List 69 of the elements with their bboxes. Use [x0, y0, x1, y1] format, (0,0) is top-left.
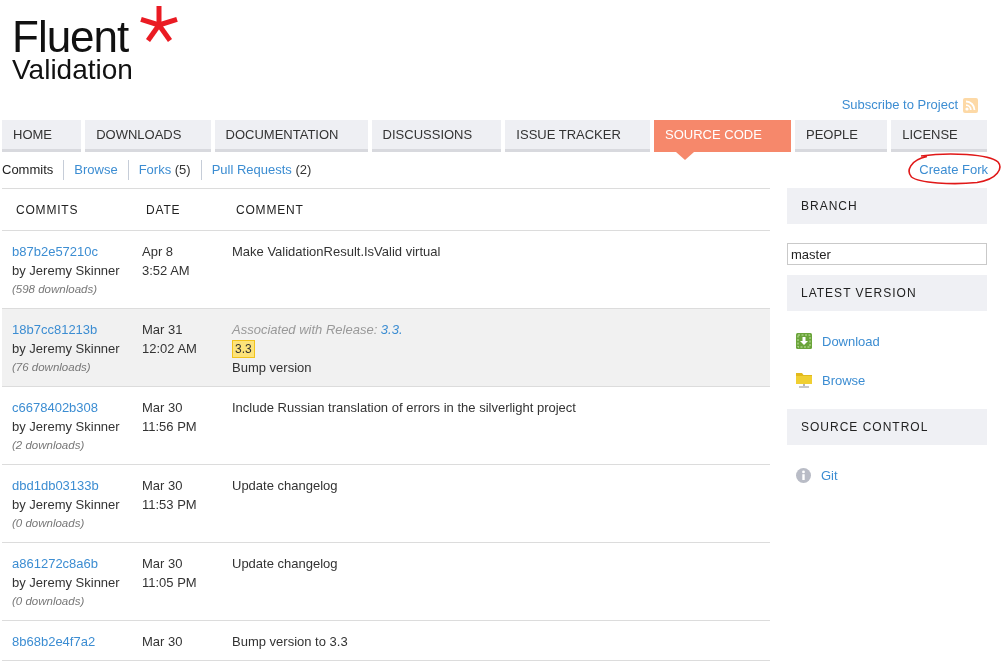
date-text: Mar 30 [142, 633, 184, 651]
nav-tab[interactable]: PEOPLE [794, 120, 888, 152]
asterisk-icon [140, 5, 179, 42]
download-icon [796, 333, 812, 349]
time-text: 11:56 PM [142, 418, 198, 436]
subnav-item[interactable]: Commits [2, 162, 54, 177]
date-text: Mar 30 [142, 399, 184, 417]
info-icon [796, 467, 811, 483]
author-text: by Jeremy Skinner [12, 340, 121, 358]
commit-hash-link[interactable]: b87b2e57210c [12, 242, 122, 261]
release-link[interactable]: 3.3. [380, 322, 403, 337]
section-header: BRANCH [787, 188, 987, 224]
date-text: Apr 8 [142, 243, 175, 261]
download-count: (598 downloads) [12, 282, 99, 297]
subnav-link[interactable]: Forks [138, 162, 172, 177]
nav-tab[interactable]: LICENSE [891, 120, 987, 152]
branch-field[interactable]: master [787, 243, 987, 265]
date-text: Mar 30 [142, 555, 184, 573]
download-count: (0 downloads) [12, 516, 86, 531]
date-text: Mar 31 [142, 321, 184, 339]
tab-pointer-icon [676, 152, 694, 160]
comment-text: Bump version to 3.3 [232, 633, 349, 651]
nav-tab[interactable]: DOWNLOADS [85, 120, 211, 152]
commit-hash-link[interactable]: c6678402b308 [12, 398, 122, 417]
time-text: 11:53 PM [142, 496, 198, 514]
commit-hash-link[interactable]: 18b7cc81213b [12, 320, 122, 339]
time-text: 12:02 AM [142, 340, 198, 358]
commit-hash-link[interactable]: 8b68b2e4f7a2 [12, 632, 122, 651]
download-count: (0 downloads) [12, 594, 86, 609]
column-header: COMMENT [222, 188, 770, 231]
create-fork-link[interactable]: Create Fork [919, 162, 988, 177]
commit-hash-link[interactable]: a861272c8a6b [12, 554, 122, 573]
release-note: Associated with Release: 3.3. [232, 321, 404, 339]
comment-text: Include Russian translation of errors in the silverlight project [232, 399, 577, 417]
time-text: 3:52 AM [142, 262, 191, 280]
author-text: by Jeremy Skinner [12, 496, 121, 514]
sidebar-link[interactable]: Git [821, 467, 838, 483]
section-header: LATEST VERSION [787, 275, 987, 311]
section-header: SOURCE CONTROL [787, 409, 987, 445]
folder-icon [796, 372, 812, 388]
sidebar-link[interactable]: Download [822, 333, 880, 349]
subscribe-link[interactable]: Subscribe to Project [841, 95, 958, 115]
author-text: by Jeremy Skinner [12, 574, 121, 592]
nav-tab[interactable]: DISCUSSIONS [371, 120, 502, 152]
download-count: (2 downloads) [12, 438, 86, 453]
nav-tab[interactable]: DOCUMENTATION [214, 120, 368, 152]
logo-title: Fluent [12, 15, 129, 59]
comment-text: Update changelog [232, 477, 339, 495]
comment-text: Make ValidationResult.IsValid virtual [232, 243, 442, 261]
rss-icon [963, 97, 978, 113]
sidebar-link[interactable]: Browse [822, 372, 866, 388]
item-count: (5) [174, 162, 191, 177]
nav-tab[interactable]: ISSUE TRACKER [505, 120, 650, 152]
column-header: DATE [132, 188, 222, 231]
nav-tab[interactable]: HOME [2, 120, 82, 152]
download-count: (76 downloads) [12, 360, 92, 375]
item-count: (2) [295, 162, 312, 177]
release-tag: 3.3 [232, 339, 255, 358]
author-text: by Jeremy Skinner [12, 418, 121, 436]
commit-hash-link[interactable]: dbd1db03133b [12, 476, 122, 495]
column-header: COMMITS [2, 188, 132, 231]
subnav-link[interactable]: Pull Requests [211, 162, 292, 177]
logo-subtitle: Validation [12, 56, 133, 84]
date-text: Mar 30 [142, 477, 184, 495]
subnav-link[interactable]: Browse [74, 162, 118, 177]
author-text: by Jeremy Skinner [12, 262, 121, 280]
comment-text: Update changelog [232, 555, 339, 573]
comment-text: Bump version [232, 359, 313, 377]
time-text: 11:05 PM [142, 574, 198, 592]
